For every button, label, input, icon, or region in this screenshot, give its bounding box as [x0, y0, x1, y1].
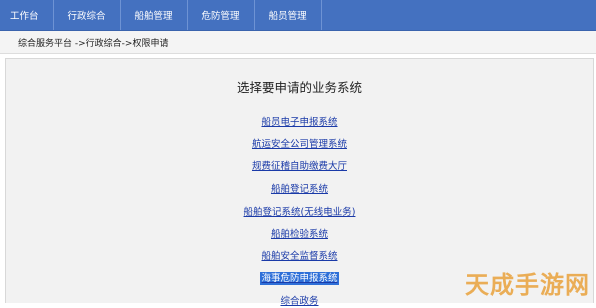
top-navigation-bar: 工作台 行政综合 船舶管理 危防管理 船员管理 — [0, 0, 596, 31]
nav-tab-ship-management[interactable]: 船舶管理 — [121, 0, 188, 30]
system-link-fee-payment-hall[interactable]: 规费征稽自助缴费大厅 — [6, 158, 593, 172]
page-title: 选择要申请的业务系统 — [236, 80, 362, 95]
system-link-ship-registration-radio[interactable]: 船舶登记系统(无线电业务) — [6, 204, 593, 218]
breadcrumb: 综合服务平台 ->行政综合->权限申请 — [18, 39, 169, 49]
nav-tab-admin-general[interactable]: 行政综合 — [54, 0, 121, 30]
system-link-crew-declaration[interactable]: 船员电子申报系统 — [6, 114, 593, 128]
watermark-logo: 天成手游网 — [465, 271, 590, 299]
system-link-ship-inspection[interactable]: 船舶检验系统 — [6, 226, 593, 240]
system-link-ship-safety-supervision[interactable]: 船舶安全监督系统 — [6, 248, 593, 262]
system-link-ship-registration[interactable]: 船舶登记系统 — [6, 181, 593, 195]
nav-tab-hazard-management[interactable]: 危防管理 — [188, 0, 255, 30]
nav-tab-crew-management[interactable]: 船员管理 — [255, 0, 322, 30]
system-link-shipping-safety-company[interactable]: 航运安全公司管理系统 — [6, 136, 593, 150]
nav-tab-workbench[interactable]: 工作台 — [0, 0, 54, 30]
breadcrumb-bar: 综合服务平台 ->行政综合->权限申请 — [0, 31, 596, 54]
